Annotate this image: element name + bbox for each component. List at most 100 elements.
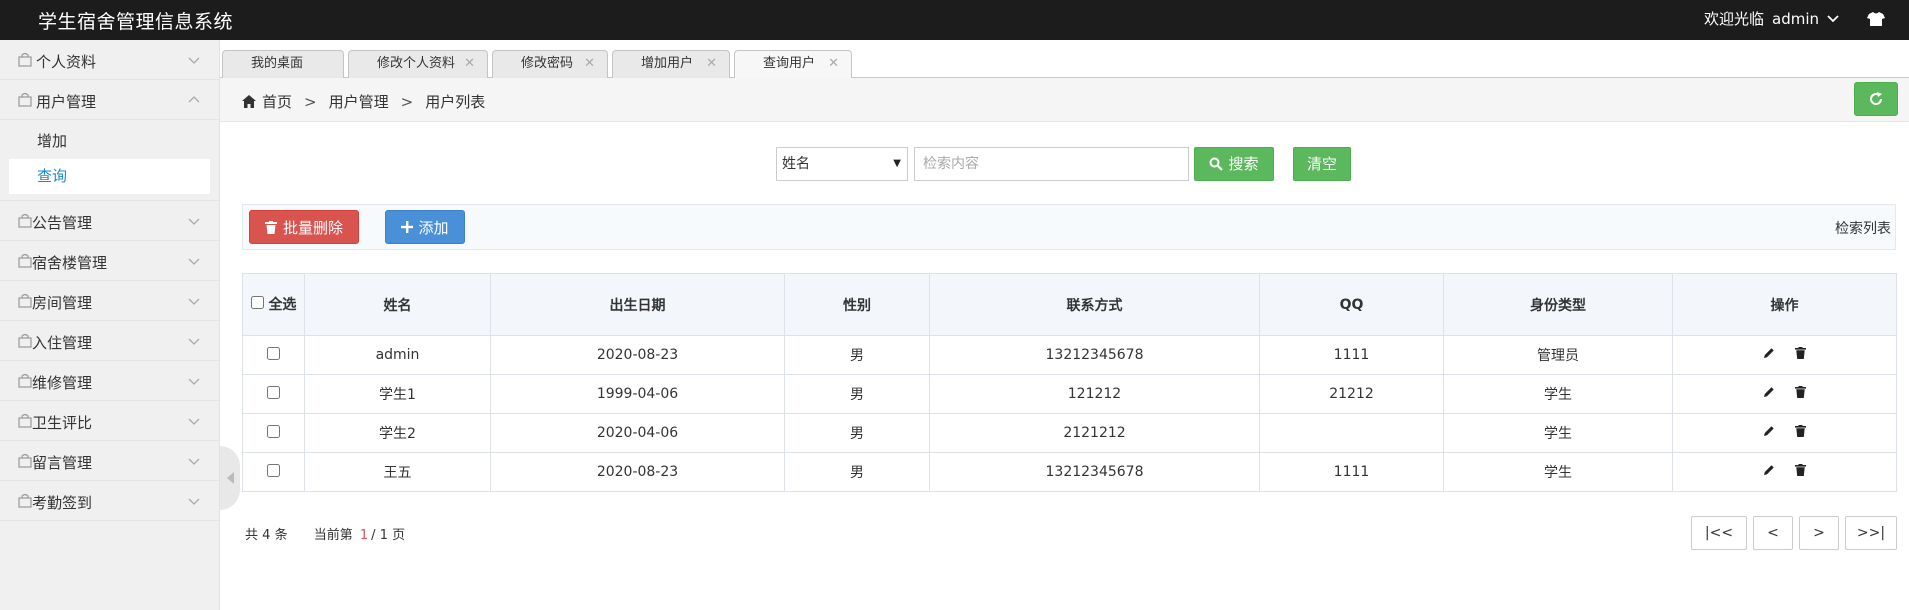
chevron-down-icon xyxy=(188,298,200,305)
top-bar: 学生宿舍管理信息系统 欢迎光临 admin xyxy=(0,0,1909,40)
close-icon[interactable]: ✕ xyxy=(828,51,839,77)
total-prefix: 共 xyxy=(245,528,259,543)
trash-icon[interactable] xyxy=(1795,464,1806,476)
prev-page-button[interactable]: < xyxy=(1753,516,1793,550)
top-right-user-area: 欢迎光临 admin xyxy=(1704,8,1885,29)
table-toolbar: 批量删除 添加 检索列表 xyxy=(242,204,1896,250)
sidebar-subitem-add[interactable]: 增加 xyxy=(9,124,210,159)
next-page-button[interactable]: > xyxy=(1799,516,1839,550)
row-checkbox[interactable] xyxy=(267,463,280,477)
edit-pencil-icon[interactable] xyxy=(1763,347,1775,359)
cell-name: 学生1 xyxy=(304,374,491,414)
sidebar-item-label: 卫生评比 xyxy=(32,414,93,432)
sidebar-collapse-handle[interactable] xyxy=(220,446,240,510)
cell-role: 学生 xyxy=(1443,452,1673,492)
table-row: admin 2020-08-23 男 13212345678 1111 管理员 xyxy=(242,335,1897,375)
sidebar-item-label: 考勤签到 xyxy=(32,494,93,512)
cell-name: 王五 xyxy=(304,452,491,492)
cell-birth: 1999-04-06 xyxy=(490,374,785,414)
cell-role: 学生 xyxy=(1443,413,1673,453)
cell-phone: 2121212 xyxy=(929,413,1260,453)
sidebar-item-repair[interactable]: 维修管理 xyxy=(0,361,219,401)
add-user-button[interactable]: 添加 xyxy=(385,210,465,244)
username-menu[interactable]: admin xyxy=(1772,10,1819,28)
breadcrumb-home[interactable]: 首页 xyxy=(262,91,292,112)
current-prefix: 当前第 xyxy=(313,528,353,543)
column-header-gender: 性别 xyxy=(784,273,930,336)
sidebar-item-hygiene[interactable]: 卫生评比 xyxy=(0,401,219,441)
refresh-button[interactable] xyxy=(1854,82,1898,116)
tab-label: 我的桌面 xyxy=(251,56,304,71)
tab-label: 查询用户 xyxy=(763,56,816,71)
tab-my-desktop[interactable]: 我的桌面 xyxy=(222,50,344,78)
sidebar-item-message[interactable]: 留言管理 xyxy=(0,441,219,481)
close-icon[interactable]: ✕ xyxy=(464,51,475,77)
batch-delete-button[interactable]: 批量删除 xyxy=(249,210,359,244)
cell-role: 学生 xyxy=(1443,374,1673,414)
tab-change-password[interactable]: 修改密码 ✕ xyxy=(492,50,608,78)
tab-label: 修改个人资料 xyxy=(377,56,456,71)
chevron-down-icon[interactable] xyxy=(1825,11,1841,27)
row-checkbox[interactable] xyxy=(267,346,280,360)
sidebar-item-room[interactable]: 房间管理 xyxy=(0,281,219,321)
add-label: 添加 xyxy=(418,218,449,237)
sidebar-item-label: 入住管理 xyxy=(32,334,93,352)
pagination-controls: |<< < > >>| xyxy=(1685,516,1897,550)
home-icon xyxy=(242,95,256,108)
select-all-checkbox[interactable] xyxy=(250,295,264,309)
cell-name: 学生2 xyxy=(304,413,491,453)
sidebar-item-user-management[interactable]: 用户管理 xyxy=(0,80,219,120)
sidebar-item-checkin[interactable]: 入住管理 xyxy=(0,321,219,361)
sidebar: 个人资料 用户管理 增加 查询 公告管理 宿舍楼管理 房间管理 入住管理 维修管… xyxy=(0,40,220,610)
total-pages: 1 xyxy=(379,528,388,543)
first-page-button[interactable]: |<< xyxy=(1691,516,1747,550)
tab-label: 修改密码 xyxy=(521,56,574,71)
breadcrumb-user-management[interactable]: 用户管理 xyxy=(329,91,389,112)
theme-shirt-icon[interactable] xyxy=(1867,10,1885,28)
shopping-bag-icon xyxy=(18,373,32,388)
last-page-button[interactable]: >>| xyxy=(1845,516,1897,550)
total-count: 4 xyxy=(262,528,271,543)
edit-pencil-icon[interactable] xyxy=(1763,464,1775,476)
batch-delete-label: 批量删除 xyxy=(282,218,343,237)
sidebar-item-notice[interactable]: 公告管理 xyxy=(0,201,219,241)
sidebar-item-dorm-building[interactable]: 宿舍楼管理 xyxy=(0,241,219,281)
cell-gender: 男 xyxy=(784,374,930,414)
trash-icon[interactable] xyxy=(1795,347,1806,359)
select-all-header: 全选 xyxy=(242,273,305,336)
chevron-down-icon xyxy=(188,418,200,425)
sidebar-item-profile[interactable]: 个人资料 xyxy=(0,40,219,80)
search-icon xyxy=(1209,157,1224,171)
search-button-label: 搜索 xyxy=(1228,155,1259,173)
breadcrumb-separator: > xyxy=(400,92,414,111)
tab-edit-profile[interactable]: 修改个人资料 ✕ xyxy=(348,50,488,78)
tab-query-user[interactable]: 查询用户 ✕ xyxy=(734,50,852,79)
search-button[interactable]: 搜索 xyxy=(1194,146,1274,181)
row-checkbox[interactable] xyxy=(267,424,280,438)
cell-birth: 2020-04-06 xyxy=(490,413,785,453)
close-icon[interactable]: ✕ xyxy=(584,51,595,77)
sidebar-item-label: 个人资料 xyxy=(36,53,97,71)
chevron-down-icon xyxy=(188,498,200,505)
edit-pencil-icon[interactable] xyxy=(1763,386,1775,398)
caret-down-icon: ▼ xyxy=(893,157,901,169)
row-checkbox-cell xyxy=(242,452,305,492)
cell-role: 管理员 xyxy=(1443,335,1673,375)
chevron-up-icon xyxy=(188,96,200,103)
edit-pencil-icon[interactable] xyxy=(1763,425,1775,437)
search-input[interactable] xyxy=(914,146,1189,181)
close-icon[interactable]: ✕ xyxy=(706,51,717,77)
trash-icon[interactable] xyxy=(1795,386,1806,398)
search-field-select[interactable]: 姓名 ▼ xyxy=(776,146,908,181)
cell-actions xyxy=(1672,413,1897,453)
column-header-name: 姓名 xyxy=(304,273,491,336)
sidebar-item-attendance[interactable]: 考勤签到 xyxy=(0,481,219,521)
pages-suffix: 页 xyxy=(392,528,406,543)
shopping-bag-icon xyxy=(18,92,32,107)
row-checkbox[interactable] xyxy=(267,385,280,399)
clear-button[interactable]: 清空 xyxy=(1293,146,1351,181)
sidebar-subitem-query[interactable]: 查询 xyxy=(9,159,210,194)
page-slash: / xyxy=(371,528,376,543)
tab-add-user[interactable]: 增加用户 ✕ xyxy=(612,50,730,78)
trash-icon[interactable] xyxy=(1795,425,1806,437)
